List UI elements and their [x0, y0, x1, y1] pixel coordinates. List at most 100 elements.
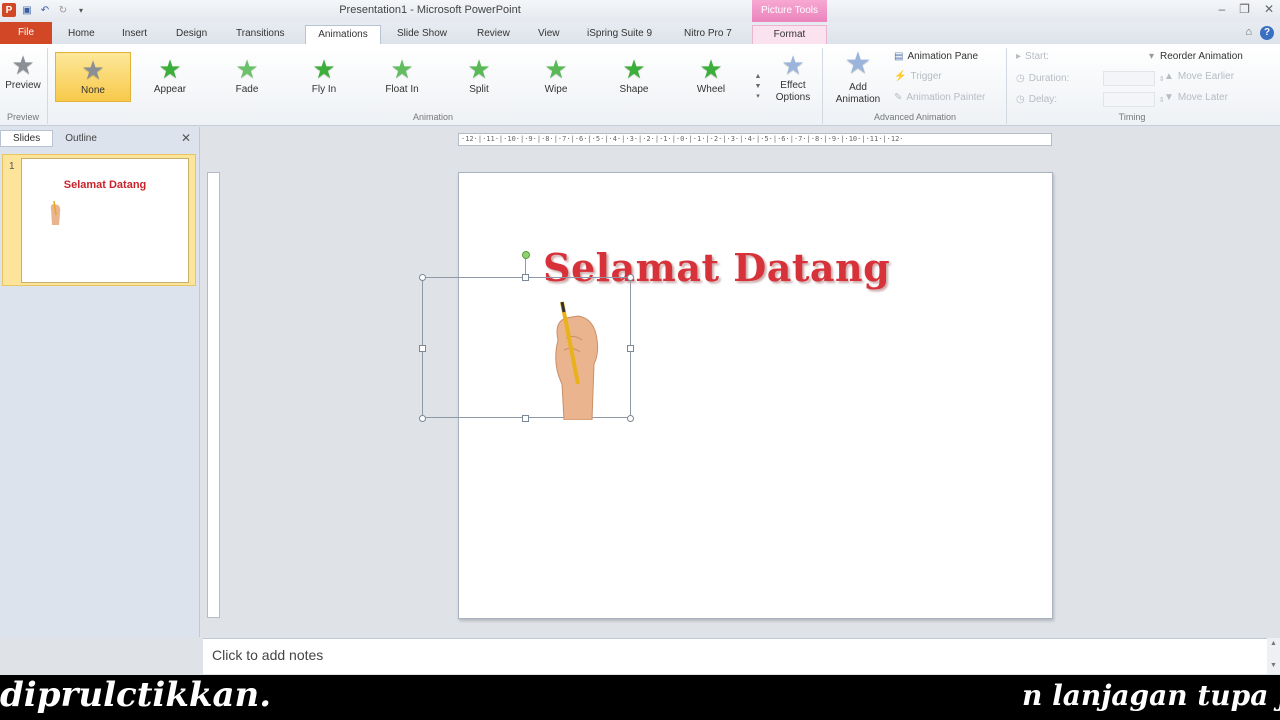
tab-format[interactable]: Format: [752, 25, 827, 44]
start-label: Start:: [1025, 51, 1049, 62]
duration-field[interactable]: ◷ Duration: ⇕: [1016, 71, 1165, 86]
resize-handle-top[interactable]: [522, 274, 529, 281]
add-animation-icon: ★: [844, 47, 872, 80]
caption-left-text: diprulctikkan.: [0, 675, 272, 715]
help-icon[interactable]: ?: [1260, 26, 1274, 40]
resize-handle-bottom-left[interactable]: [419, 415, 426, 422]
tab-design[interactable]: Design: [170, 25, 213, 44]
animation-pane-button[interactable]: ▤ Animation Pane: [894, 51, 978, 62]
scroll-down-icon[interactable]: ▼: [1267, 660, 1280, 672]
duration-input[interactable]: [1102, 71, 1155, 86]
close-panel-icon[interactable]: ✕: [181, 131, 191, 145]
move-later-label: Move Later: [1177, 92, 1228, 103]
preview-button[interactable]: ★ Preview: [4, 50, 42, 91]
tab-ispring[interactable]: iSpring Suite 9: [581, 25, 658, 44]
effect-options-label: Effect Options: [775, 80, 811, 103]
notes-pane[interactable]: Click to add notes: [203, 638, 1267, 674]
animation-wipe[interactable]: ★ Wipe: [531, 54, 581, 95]
move-later-button[interactable]: ▼ Move Later: [1164, 92, 1228, 103]
animation-none[interactable]: ★ None: [55, 52, 131, 102]
tab-slide-show[interactable]: Slide Show: [391, 25, 453, 44]
picture-tools-context-label: Picture Tools: [752, 0, 827, 22]
restore-icon[interactable]: ❐: [1239, 2, 1250, 16]
vertical-ruler: [207, 172, 220, 618]
tab-animations[interactable]: Animations: [305, 25, 381, 44]
preview-label: Preview: [5, 80, 41, 91]
animation-appear[interactable]: ★ Appear: [145, 54, 195, 95]
animations-ribbon: ★ Preview Preview ★ None ★ Appear ★ Fade…: [0, 44, 1280, 126]
add-animation-button[interactable]: ★ Add Animation: [828, 46, 888, 106]
preview-group-label: Preview: [6, 112, 39, 122]
minimize-icon[interactable]: –: [1218, 2, 1225, 16]
tab-outline[interactable]: Outline: [53, 131, 109, 146]
none-star-icon: ★: [81, 55, 105, 85]
resize-handle-right[interactable]: [627, 345, 634, 352]
float-in-star-icon: ★: [390, 54, 414, 84]
video-caption-bar: diprulctikkan. n lanjagan tupa jus: [0, 675, 1280, 720]
animation-split[interactable]: ★ Split: [454, 54, 504, 95]
window-controls: – ❐ ✕: [1218, 2, 1274, 16]
animation-fade-label: Fade: [235, 84, 259, 95]
add-animation-label: Add Animation: [835, 82, 881, 105]
tab-slides[interactable]: Slides: [0, 129, 54, 147]
animation-wheel[interactable]: ★ Wheel: [685, 54, 737, 95]
animation-wheel-label: Wheel: [696, 84, 726, 95]
rotation-handle[interactable]: [522, 251, 530, 259]
animation-shape[interactable]: ★ Shape: [608, 54, 660, 95]
tab-transitions[interactable]: Transitions: [230, 25, 291, 44]
wipe-star-icon: ★: [544, 54, 568, 84]
resize-handle-left[interactable]: [419, 345, 426, 352]
title-bar: P ▣ ↶ ↻ ▾ Presentation1 - Microsoft Powe…: [0, 0, 1280, 22]
start-field[interactable]: ▸ Start: ▾: [1016, 51, 1154, 62]
delay-input[interactable]: [1102, 92, 1155, 107]
start-dropdown-icon[interactable]: ▾: [1149, 51, 1154, 62]
split-star-icon: ★: [467, 54, 491, 84]
hand-with-pencil-image[interactable]: [548, 300, 603, 420]
reorder-animation-label: Reorder Animation: [1160, 51, 1243, 62]
gallery-up-icon[interactable]: ▲: [752, 72, 764, 82]
delay-field[interactable]: ◷ Delay: ⇕: [1016, 92, 1165, 107]
gallery-more-icon[interactable]: ▾: [752, 92, 764, 102]
animation-float-in[interactable]: ★ Float In: [376, 54, 428, 95]
slide-number: 1: [9, 161, 15, 172]
window-title: Presentation1 - Microsoft PowerPoint: [339, 4, 521, 16]
vertical-scrollbar[interactable]: ▲ ▼: [1267, 638, 1280, 674]
shape-star-icon: ★: [622, 54, 646, 84]
timing-group-label: Timing: [1118, 112, 1146, 122]
tab-file[interactable]: File: [0, 22, 52, 44]
move-earlier-button[interactable]: ▲ Move Earlier: [1164, 71, 1234, 82]
trigger-button[interactable]: ⚡ Trigger: [894, 71, 942, 82]
scroll-up-icon[interactable]: ▲: [1267, 638, 1280, 650]
resize-handle-bottom-right[interactable]: [627, 415, 634, 422]
animation-fly-in[interactable]: ★ Fly In: [299, 54, 349, 95]
caption-right-text: n lanjagan tupa jus: [1022, 679, 1280, 712]
effect-options-button[interactable]: ★ Effect Options: [768, 50, 818, 104]
close-icon[interactable]: ✕: [1264, 2, 1274, 16]
animation-painter-icon: ✎: [894, 92, 903, 103]
thumbnail-title: Selamat Datang: [63, 179, 147, 191]
slide-thumbnail-1[interactable]: 1 Selamat Datang: [2, 154, 196, 286]
resize-handle-bottom[interactable]: [522, 415, 529, 422]
animation-appear-label: Appear: [153, 84, 187, 95]
tab-nitro[interactable]: Nitro Pro 7: [678, 25, 738, 44]
animation-fly-in-label: Fly In: [311, 84, 337, 95]
resize-handle-top-right[interactable]: [627, 274, 634, 281]
tab-insert[interactable]: Insert: [116, 25, 153, 44]
move-earlier-icon: ▲: [1164, 71, 1174, 82]
tab-view[interactable]: View: [532, 25, 566, 44]
gallery-scroll[interactable]: ▲ ▼ ▾: [752, 72, 764, 102]
animation-fade[interactable]: ★ Fade: [222, 54, 272, 95]
animation-pane-icon: ▤: [894, 51, 904, 62]
resize-handle-top-left[interactable]: [419, 274, 426, 281]
gallery-down-icon[interactable]: ▼: [752, 82, 764, 92]
notes-placeholder: Click to add notes: [212, 647, 324, 663]
animation-group-label: Animation: [412, 112, 454, 122]
animation-pane-label: Animation Pane: [907, 51, 979, 62]
slide-thumbnail-preview[interactable]: Selamat Datang: [21, 158, 189, 283]
tab-review[interactable]: Review: [471, 25, 516, 44]
thumbnail-hand-image: [50, 200, 61, 225]
minimize-ribbon-icon[interactable]: ⌂: [1245, 26, 1252, 40]
tab-home[interactable]: Home: [62, 25, 101, 44]
animation-painter-button[interactable]: ✎ Animation Painter: [894, 92, 985, 103]
preview-star-icon: ★: [11, 50, 35, 80]
